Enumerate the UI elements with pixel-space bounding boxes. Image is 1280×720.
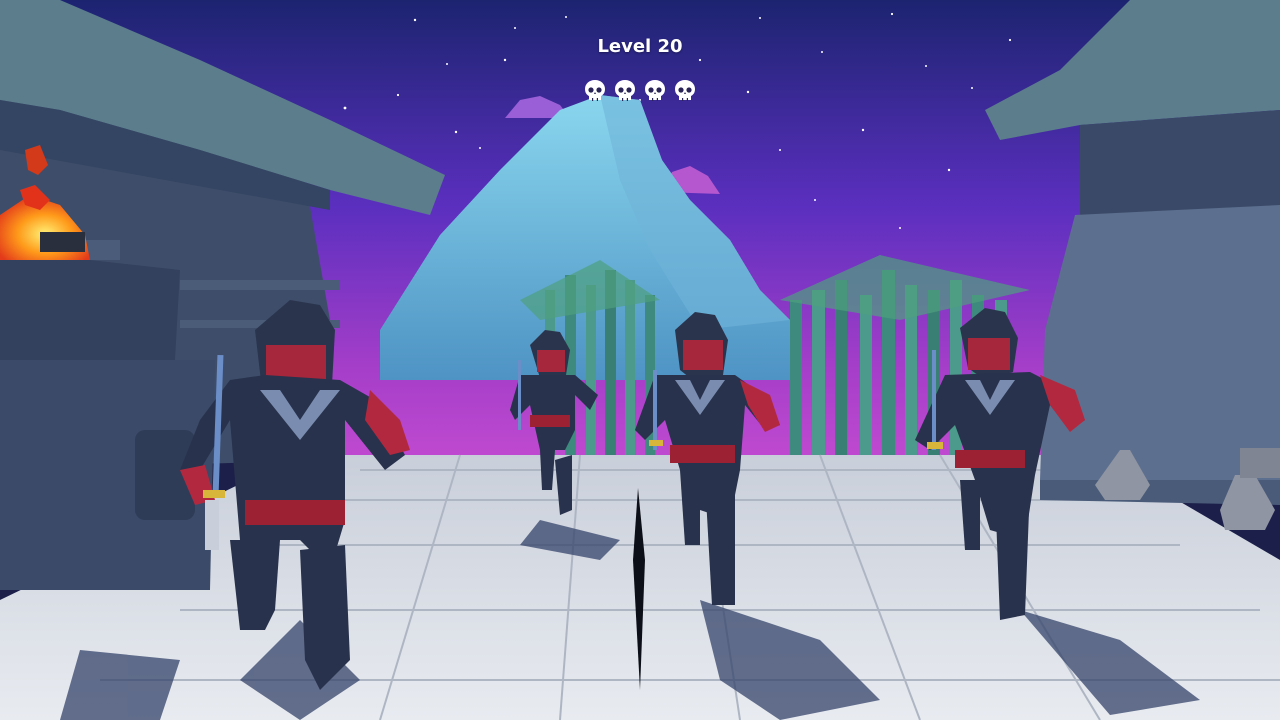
- ninja-enemy[interactable]: [915, 308, 1085, 620]
- ninja-enemy[interactable]: [510, 330, 598, 515]
- enemy-layer: [180, 300, 1085, 690]
- ninja-enemy[interactable]: [635, 312, 780, 605]
- ninja-enemy[interactable]: [180, 300, 410, 690]
- player-kunai: [633, 488, 645, 690]
